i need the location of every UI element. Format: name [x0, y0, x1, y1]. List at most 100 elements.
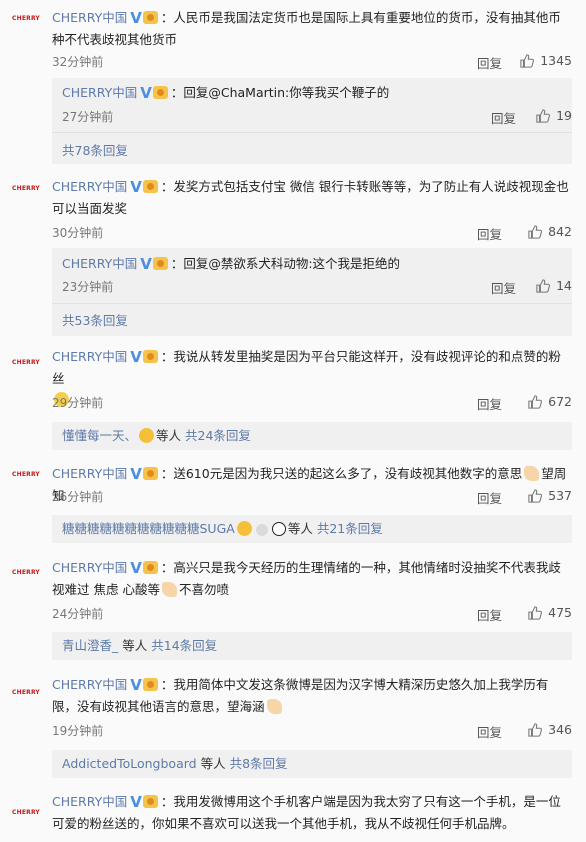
- avatar[interactable]: CHERRY: [8, 562, 44, 582]
- reply-summary-etc: 等人: [122, 638, 148, 653]
- like-count: 537: [548, 488, 572, 503]
- panda-emoji-icon: [271, 522, 286, 536]
- verified-v-icon: V: [130, 348, 142, 366]
- timestamp: 30分钟前: [52, 226, 104, 240]
- level-badge-icon: [142, 795, 158, 808]
- like-button[interactable]: 346: [528, 722, 572, 737]
- reply-button[interactable]: 回复: [477, 722, 502, 741]
- comment-item: CHERRY CHERRY中国 V ：送610元是因为我只送的起这么多了，没有歧视其…: [0, 460, 586, 554]
- like-count: 475: [548, 605, 572, 620]
- like-button[interactable]: 1345: [520, 53, 572, 68]
- ring-emoji-icon: [255, 524, 268, 536]
- reply-button[interactable]: 回复: [477, 394, 502, 413]
- reply-summary-count: 共24条回复: [185, 428, 251, 443]
- thumb-up-icon: [528, 488, 543, 503]
- reply-summary-names: 青山澄香_: [62, 638, 119, 653]
- avatar[interactable]: CHERRY: [8, 682, 44, 702]
- reply-summary-count: 共8条回复: [229, 756, 288, 771]
- like-count: 672: [548, 394, 572, 409]
- comment-list: CHERRY CHERRY中国 V ：人民币是我国法定货币也是国际上具有重要地位的货…: [0, 0, 586, 842]
- more-replies-link[interactable]: 共53条回复: [62, 310, 128, 329]
- reply-button[interactable]: 回复: [491, 108, 516, 127]
- comment-body: CHERRY中国 V ：人民币是我国法定货币也是国际上具有重要地位的货币，没有抽其他…: [52, 7, 572, 50]
- verified-v-icon: V: [140, 255, 152, 273]
- verified-v-icon: V: [130, 9, 142, 27]
- comment-meta: 29分钟前 回复 672: [52, 394, 572, 412]
- verified-v-icon: V: [130, 676, 142, 694]
- username-link[interactable]: CHERRY中国: [52, 677, 127, 692]
- comment-text: ：高兴只是我今天经历的生理情绪的一种，其他情绪时没抽奖不代表我歧视难过 焦虑 心…: [52, 560, 561, 597]
- comment-text: ：我说从转发里抽奖是因为平台只能这样开，没有歧视评论的和点赞的粉丝: [52, 349, 561, 386]
- comment-body: CHERRY中国 V ：发奖方式包括支付宝 微信 银行卡转账等等，为了防止有人说歧视…: [52, 176, 572, 219]
- avatar[interactable]: CHERRY: [8, 178, 44, 198]
- like-count: 346: [548, 722, 572, 737]
- laugh-emoji-icon: [139, 428, 155, 443]
- comment-item: CHERRY CHERRY中国 V ：我用发微博用这个手机客户端是因为我太穷了只有这…: [0, 782, 586, 842]
- comment-item: CHERRY CHERRY中国 V ：我说从转发里抽奖是因为平台只能这样开，没有歧视…: [0, 342, 586, 460]
- comment-text: ：送610元是因为我只送的起这么多了，没有歧视其他数字的意思: [160, 466, 523, 481]
- level-badge-icon: [142, 180, 158, 193]
- laugh-emoji-icon: [236, 521, 252, 536]
- comment-item: CHERRY CHERRY中国 V ：我用简体中文发这条微博是因为汉字博大精深历史悠…: [0, 666, 586, 782]
- timestamp: 29分钟前: [52, 396, 104, 410]
- username-link[interactable]: CHERRY中国: [52, 794, 127, 809]
- like-button[interactable]: 537: [528, 488, 572, 503]
- avatar[interactable]: CHERRY: [8, 802, 44, 822]
- sub-reply-body: CHERRY中国 V ：回复@禁欲系犬科动物:这个我是拒绝的: [62, 254, 564, 274]
- reply-box: CHERRY中国 V ：回复@禁欲系犬科动物:这个我是拒绝的 23分钟前 回复 14…: [52, 248, 572, 336]
- level-badge-icon: [142, 678, 158, 691]
- sub-reply-meta: 27分钟前 回复 19: [62, 108, 572, 126]
- comment-text: ：人民币是我国法定货币也是国际上具有重要地位的货币，没有抽其他币种不代表歧视其他…: [52, 10, 561, 47]
- level-badge-icon: [152, 86, 168, 99]
- username-link[interactable]: CHERRY中国: [52, 466, 127, 481]
- username-link[interactable]: CHERRY中国: [52, 560, 127, 575]
- comment-meta: 26分钟前 回复 537: [52, 488, 572, 506]
- reply-summary[interactable]: 懂懂每一天、 等人 共24条回复: [52, 422, 572, 450]
- like-count: 14: [556, 278, 572, 293]
- like-button[interactable]: 842: [528, 224, 572, 239]
- more-replies-link[interactable]: 共78条回复: [62, 140, 128, 159]
- reply-button[interactable]: 回复: [491, 278, 516, 297]
- username-link[interactable]: CHERRY中国: [62, 85, 137, 100]
- reply-button[interactable]: 回复: [477, 605, 502, 624]
- reply-button[interactable]: 回复: [477, 53, 502, 72]
- thumb-up-icon: [536, 278, 551, 293]
- username-link[interactable]: CHERRY中国: [62, 256, 137, 271]
- timestamp: 24分钟前: [52, 607, 104, 621]
- comment-item: CHERRY CHERRY中国 V ：高兴只是我今天经历的生理情绪的一种，其他情绪时…: [0, 554, 586, 666]
- reply-summary-etc: 等人: [287, 521, 313, 536]
- like-button[interactable]: 19: [536, 108, 572, 123]
- thumb-up-icon: [536, 108, 551, 123]
- hands-emoji-icon: [266, 699, 282, 714]
- level-badge-icon: [142, 561, 158, 574]
- level-badge-icon: [142, 11, 158, 24]
- timestamp: 26分钟前: [52, 490, 104, 504]
- thumb-up-icon: [528, 605, 543, 620]
- thumb-up-icon: [520, 53, 535, 68]
- like-button[interactable]: 14: [536, 278, 572, 293]
- reply-summary[interactable]: 青山澄香_ 等人 共14条回复: [52, 632, 572, 660]
- username-link[interactable]: CHERRY中国: [52, 349, 127, 364]
- sub-reply-text: ：回复@ChaMartin:你等我买个鞭子的: [170, 85, 390, 100]
- reply-summary[interactable]: 糖糖糖糖糖糖糖糖糖糖糖SUGA 等人 共21条回复: [52, 515, 572, 543]
- username-link[interactable]: CHERRY中国: [52, 179, 127, 194]
- timestamp: 19分钟前: [52, 724, 104, 738]
- divider: [52, 303, 572, 304]
- avatar[interactable]: CHERRY: [8, 464, 44, 484]
- sub-reply-meta: 23分钟前 回复 14: [62, 278, 572, 296]
- comment-body: CHERRY中国 V ：我用简体中文发这条微博是因为汉字博大精深历史悠久加上我学历有…: [52, 674, 572, 717]
- like-button[interactable]: 475: [528, 605, 572, 620]
- like-count: 1345: [540, 53, 572, 68]
- reply-button[interactable]: 回复: [477, 224, 502, 243]
- avatar[interactable]: CHERRY: [8, 352, 44, 372]
- reply-button[interactable]: 回复: [477, 488, 502, 507]
- avatar[interactable]: CHERRY: [8, 8, 44, 28]
- like-button[interactable]: 672: [528, 394, 572, 409]
- sub-reply-body: CHERRY中国 V ：回复@ChaMartin:你等我买个鞭子的: [62, 83, 564, 103]
- username-link[interactable]: CHERRY中国: [52, 10, 127, 25]
- like-count: 19: [556, 108, 572, 123]
- level-badge-icon: [152, 257, 168, 270]
- level-badge-icon: [142, 350, 158, 363]
- reply-summary[interactable]: AddictedToLongboard 等人 共8条回复: [52, 750, 572, 778]
- reply-summary-count: 共21条回复: [316, 521, 383, 536]
